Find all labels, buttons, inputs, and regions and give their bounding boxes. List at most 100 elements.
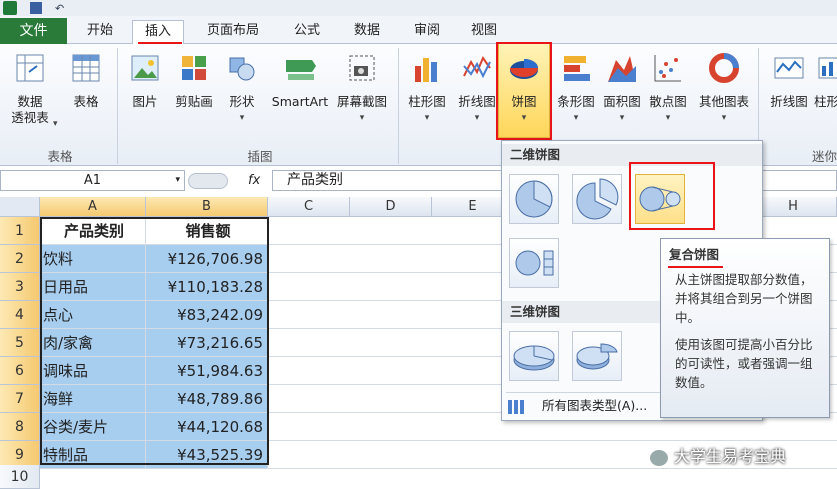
group-separator <box>117 48 118 164</box>
undo-icon[interactable]: ↶ <box>55 2 64 15</box>
area-chart-label: 面积图 <box>603 94 641 109</box>
bar-of-pie-option[interactable] <box>509 238 559 288</box>
chevron-down-icon: ▾ <box>619 113 625 123</box>
column-header-b[interactable]: B <box>146 197 268 217</box>
bar-of-pie-icon <box>515 250 554 276</box>
pivot-table-button[interactable]: 数据 透视表 <box>5 52 55 126</box>
group-label-illustrations: 插图 <box>247 149 273 164</box>
row-header[interactable]: 3 <box>0 273 40 301</box>
column-header-a[interactable]: A <box>40 197 146 217</box>
3d-pie-option[interactable] <box>509 331 559 381</box>
pie-of-pie-highlight <box>629 162 715 230</box>
column-header-c[interactable]: C <box>268 197 350 217</box>
tab-file[interactable]: 文件 <box>0 18 67 44</box>
table-icon <box>72 54 100 82</box>
excel-icon[interactable] <box>3 1 17 15</box>
bar-chart-icon <box>564 56 590 81</box>
screenshot-icon <box>349 55 375 81</box>
selection-border <box>40 217 269 465</box>
table-label: 表格 <box>73 94 99 109</box>
pie-chart-highlight <box>496 42 552 140</box>
chevron-down-icon: ▾ <box>665 113 671 123</box>
scatter-chart-button[interactable]: 散点图 ▾ <box>644 52 692 126</box>
tooltip: 复合饼图 从主饼图提取部分数值，并将其组合到另一个饼图中。 使用该图可提高小百分… <box>660 238 830 418</box>
pie-option[interactable] <box>509 174 559 224</box>
tooltip-text-2: 使用该图可提高小百分比的可读性，或者强调一组数值。 <box>675 337 813 390</box>
shapes-button[interactable]: 形状 ▾ <box>222 52 262 126</box>
row-header[interactable]: 2 <box>0 245 40 273</box>
exploded-pie-icon <box>576 178 619 220</box>
chart-types-icon <box>508 399 524 414</box>
row-header[interactable]: 8 <box>0 413 40 441</box>
fx-button[interactable]: fx <box>248 170 268 191</box>
clip-art-button[interactable]: 剪贴画 <box>170 52 218 110</box>
exploded-3d-pie-icon <box>576 343 618 370</box>
3d-pie-icon <box>513 345 555 371</box>
line-chart-icon <box>463 55 491 79</box>
quick-access-toolbar: ↶ <box>0 0 837 16</box>
sparkline-column-label: 柱形 <box>814 94 837 109</box>
chevron-down-icon: ▾ <box>359 113 365 123</box>
table-button[interactable]: 表格 <box>64 52 108 110</box>
other-charts-button[interactable]: 其他图表 ▾ <box>694 52 754 126</box>
exploded-3d-pie-option[interactable] <box>572 331 622 381</box>
row-header[interactable]: 6 <box>0 357 40 385</box>
tab-page-layout[interactable]: 页面布局 <box>198 20 268 44</box>
tab-home[interactable]: 开始 <box>75 20 125 44</box>
pivot-table-label: 数据 透视表 <box>11 94 49 125</box>
chevron-down-icon: ▾ <box>474 113 480 123</box>
scatter-chart-label: 散点图 <box>649 94 687 109</box>
scatter-chart-icon <box>654 55 681 82</box>
column-header-d[interactable]: D <box>350 197 432 217</box>
tooltip-text-1: 从主饼图提取部分数值，并将其组合到另一个饼图中。 <box>675 272 813 325</box>
tab-formulas[interactable]: 公式 <box>285 20 329 44</box>
clip-art-label: 剪贴画 <box>175 94 213 109</box>
line-chart-label: 折线图 <box>458 94 496 109</box>
pivot-table-icon <box>16 54 44 82</box>
bar-chart-label: 条形图 <box>557 94 595 109</box>
group-label-tables: 表格 <box>47 149 73 164</box>
tooltip-title: 复合饼图 <box>669 247 720 262</box>
wechat-icon <box>650 449 668 466</box>
group-label-sparklines: 迷你 <box>812 149 837 164</box>
watermark: 大学生易考宝典 <box>650 443 787 466</box>
smartart-button[interactable]: SmartArt <box>268 52 332 110</box>
picture-icon <box>131 55 159 81</box>
shapes-label: 形状 <box>229 94 255 109</box>
name-box[interactable]: A1 ▾ <box>0 170 185 191</box>
sparkline-column-button[interactable]: 柱形 <box>814 52 837 110</box>
row-header[interactable]: 5 <box>0 329 40 357</box>
watermark-text: 大学生易考宝典 <box>674 447 787 466</box>
area-chart-button[interactable]: 面积图 ▾ <box>600 52 644 126</box>
chevron-down-icon: ▾ <box>573 113 579 123</box>
sparkline-line-button[interactable]: 折线图 <box>764 52 814 110</box>
area-chart-icon <box>608 56 636 82</box>
row-header[interactable]: 4 <box>0 301 40 329</box>
sparkline-column-icon <box>818 57 837 79</box>
column-chart-icon <box>415 58 437 82</box>
column-header-h[interactable]: H <box>750 197 837 217</box>
row-header[interactable]: 1 <box>0 217 40 245</box>
screenshot-button[interactable]: 屏幕截图 ▾ <box>332 52 392 126</box>
all-chart-types-label: 所有图表类型(A)... <box>541 398 648 413</box>
pie-icon <box>515 180 553 218</box>
chevron-down-icon[interactable]: ▾ <box>175 171 180 190</box>
row-header[interactable]: 7 <box>0 385 40 413</box>
exploded-pie-option[interactable] <box>572 174 622 224</box>
select-all-corner[interactable] <box>0 197 40 217</box>
tab-review[interactable]: 审阅 <box>405 20 449 44</box>
picture-label: 图片 <box>132 94 158 109</box>
other-charts-label: 其他图表 <box>698 94 749 109</box>
tab-view[interactable]: 视图 <box>462 20 506 44</box>
picture-button[interactable]: 图片 <box>125 52 165 110</box>
chevron-down-icon: ▾ <box>721 113 727 123</box>
tab-data[interactable]: 数据 <box>345 20 389 44</box>
line-chart-button[interactable]: 折线图 ▾ <box>452 52 502 126</box>
smartart-label: SmartArt <box>271 94 329 109</box>
bar-chart-button[interactable]: 条形图 ▾ <box>552 52 600 126</box>
row-header[interactable]: 10 <box>0 465 40 489</box>
sparkline-line-label: 折线图 <box>770 94 808 109</box>
save-icon[interactable] <box>30 2 42 14</box>
clip-art-icon <box>182 56 206 80</box>
column-chart-button[interactable]: 柱形图 ▾ <box>402 52 452 126</box>
